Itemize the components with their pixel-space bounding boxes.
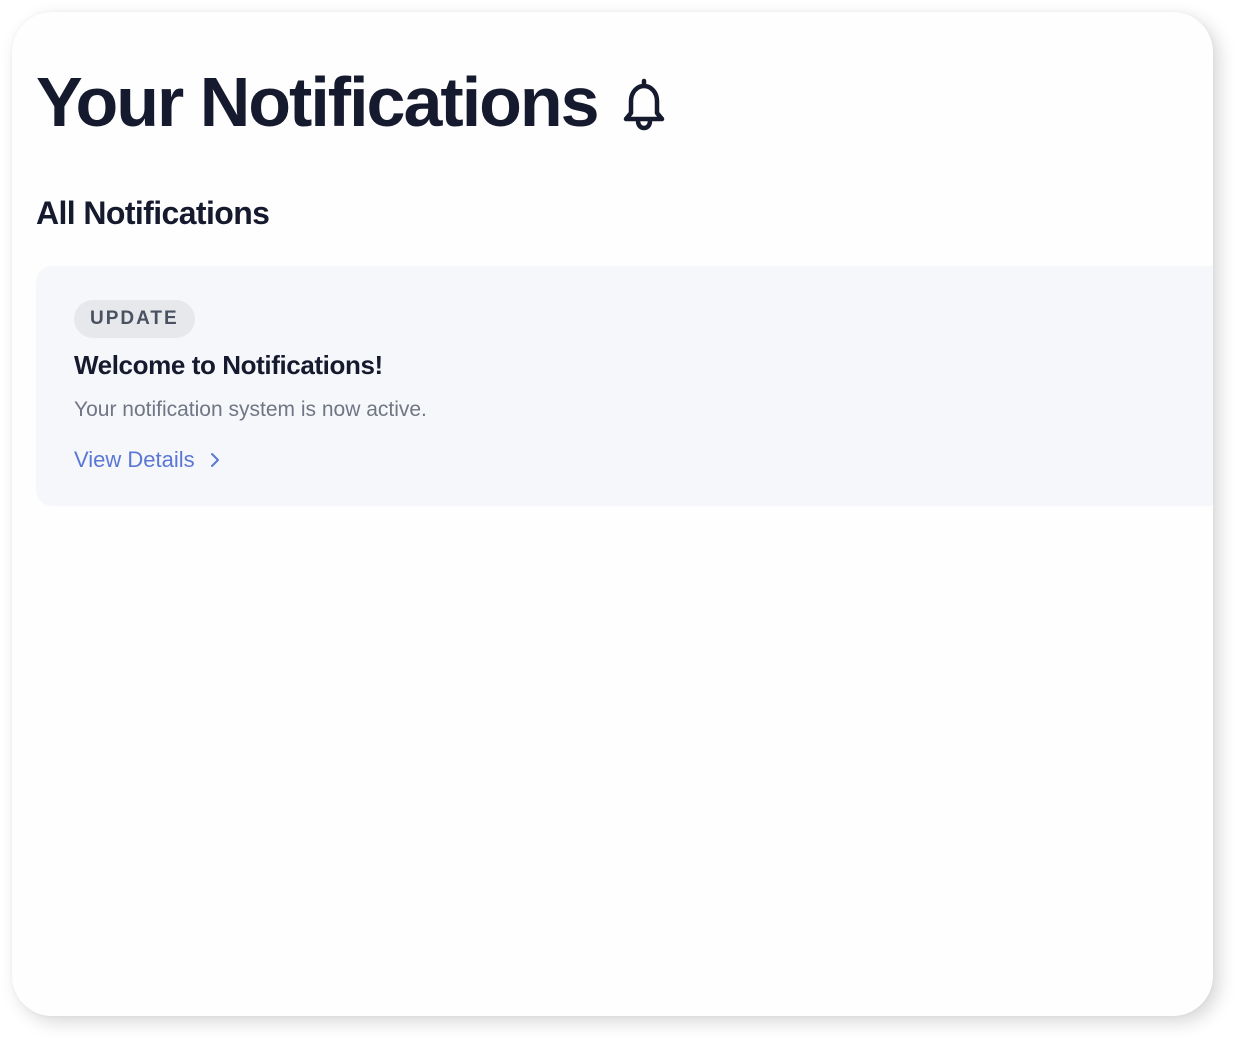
chevron-right-icon — [207, 451, 223, 469]
section-title: All Notifications — [36, 195, 270, 231]
page-title: Your Notifications — [36, 63, 600, 141]
notifications-panel: Your Notifications All Notifications UPD… — [12, 12, 1213, 1016]
notification-title: Welcome to Notifications! — [74, 350, 383, 380]
page-header: Your Notifications — [36, 52, 668, 152]
notification-badge: UPDATE — [74, 300, 195, 338]
notification-body: Your notification system is now active. — [74, 398, 427, 421]
view-details-link[interactable]: View Details — [74, 447, 223, 473]
bell-icon — [620, 77, 668, 131]
view-details-label: View Details — [74, 447, 195, 472]
notification-card: UPDATE Welcome to Notifications! Your no… — [36, 266, 1213, 506]
